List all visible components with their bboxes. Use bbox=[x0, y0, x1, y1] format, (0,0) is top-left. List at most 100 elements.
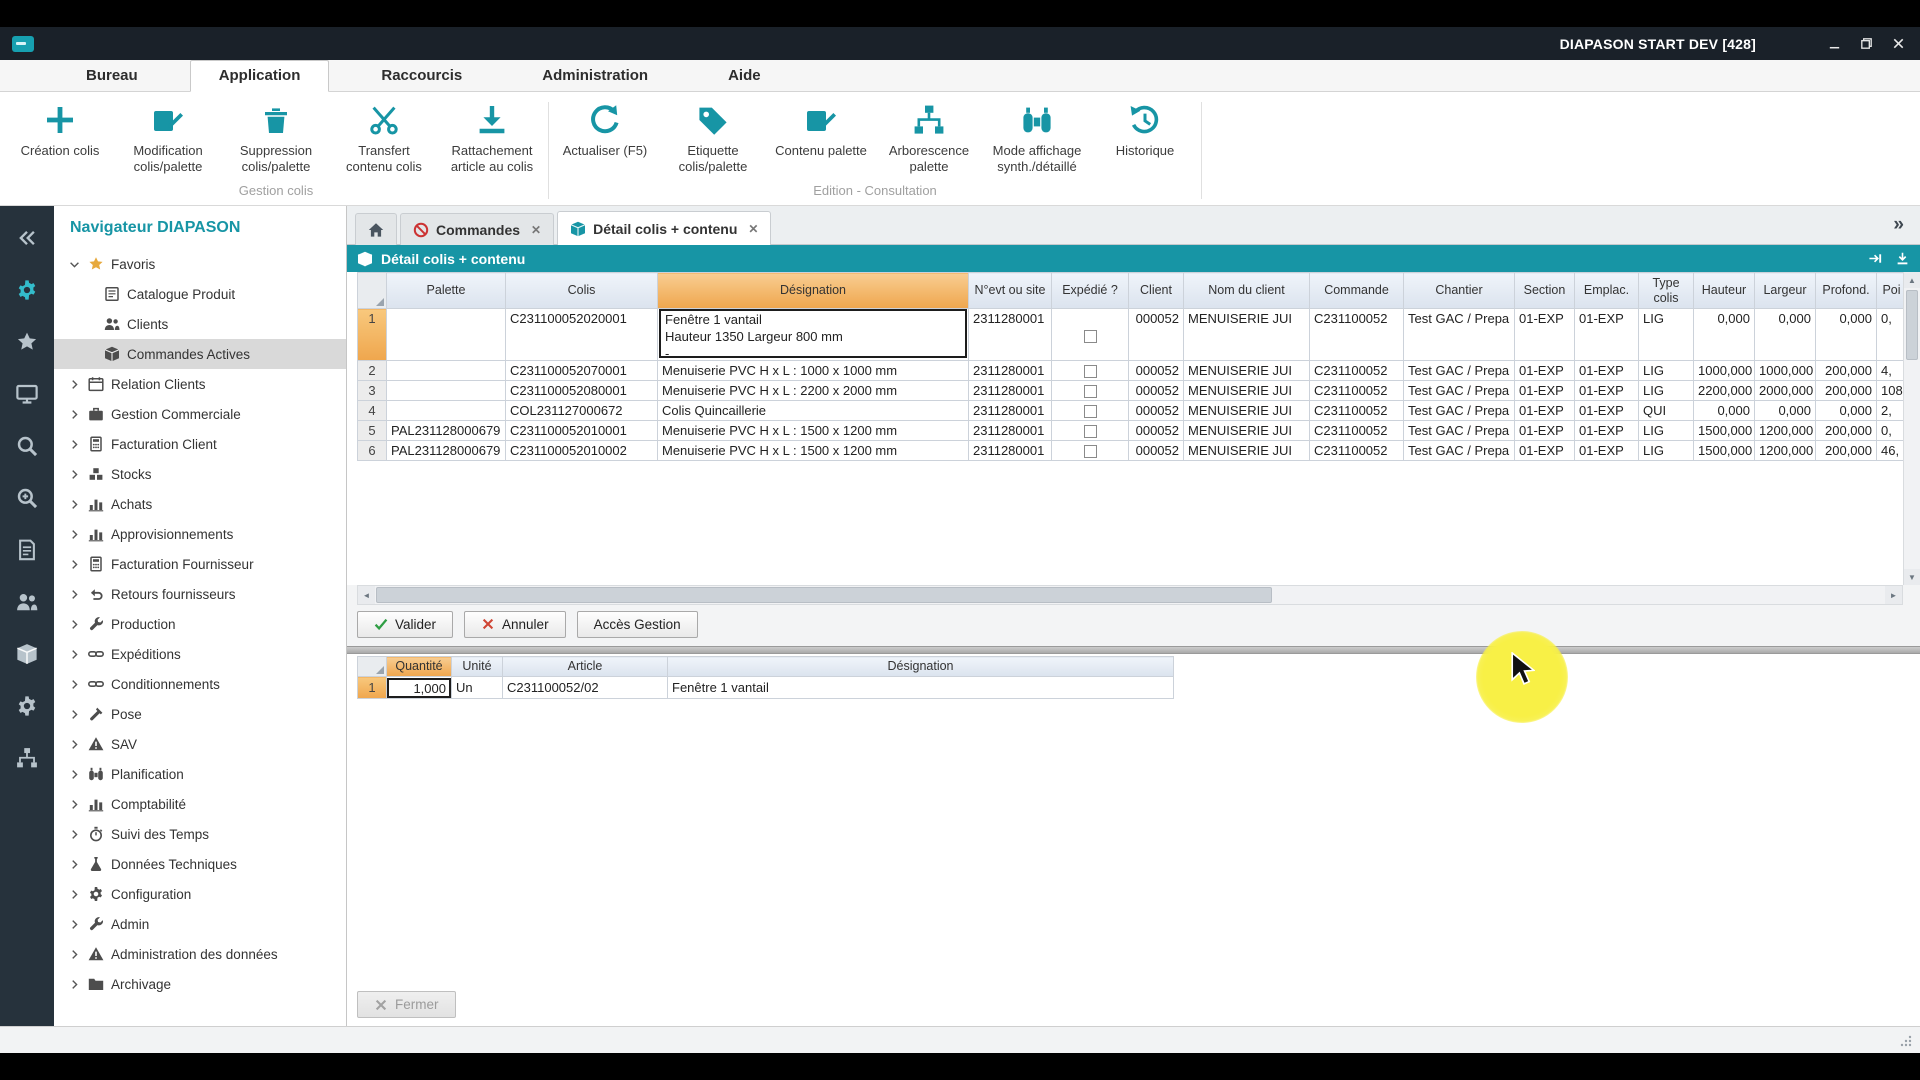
cell-emplac[interactable]: 01-EXP bbox=[1575, 421, 1639, 441]
column-header-nevt[interactable]: N°evt ou site bbox=[969, 273, 1052, 309]
cell-designation[interactable]: Menuiserie PVC H x L : 1000 x 1000 mm bbox=[658, 361, 969, 381]
expedie-checkbox[interactable] bbox=[1084, 365, 1097, 378]
cell-type[interactable]: QUI bbox=[1639, 401, 1694, 421]
go-to-end-icon[interactable] bbox=[1868, 251, 1883, 266]
cell-colis[interactable]: C231100052010002 bbox=[506, 441, 658, 461]
cell-designation[interactable]: Fenêtre 1 vantail bbox=[668, 677, 1174, 699]
cell-commande[interactable]: C231100052 bbox=[1310, 381, 1404, 401]
row-number[interactable]: 1 bbox=[358, 309, 387, 361]
column-header-unite[interactable]: Unité bbox=[452, 657, 503, 677]
ribbon-button-etiquette-colis-palette[interactable]: Etiquette colis/palette bbox=[659, 102, 767, 178]
rail-item-modules[interactable] bbox=[0, 264, 54, 316]
cell-largeur[interactable]: 0,000 bbox=[1755, 309, 1816, 361]
cell-expedie[interactable] bbox=[1052, 381, 1129, 401]
ribbon-button-actualiser-f5[interactable]: Actualiser (F5) bbox=[551, 102, 659, 161]
cell-expedie[interactable] bbox=[1052, 361, 1129, 381]
scroll-down-icon[interactable]: ▼ bbox=[1904, 569, 1920, 585]
cell-poids[interactable]: 2, bbox=[1877, 401, 1904, 421]
quantite-edit-field[interactable]: 1,000 bbox=[387, 678, 451, 698]
cell-colis[interactable]: C231100052010001 bbox=[506, 421, 658, 441]
cell-hauteur[interactable]: 1500,000 bbox=[1694, 421, 1755, 441]
rail-item-contacts[interactable] bbox=[0, 576, 54, 628]
cell-commande[interactable]: C231100052 bbox=[1310, 401, 1404, 421]
close-tab-icon[interactable]: ✕ bbox=[531, 223, 541, 237]
tab-overflow-icon[interactable]: » bbox=[1893, 214, 1904, 236]
cell-client[interactable]: 000052 bbox=[1129, 309, 1184, 361]
column-header-nom_client[interactable]: Nom du client bbox=[1184, 273, 1310, 309]
tree-item-administration-des-donnees[interactable]: Administration des données bbox=[54, 939, 346, 969]
row-number[interactable]: 4 bbox=[358, 401, 387, 421]
tree-item-retours-fournisseurs[interactable]: Retours fournisseurs bbox=[54, 579, 346, 609]
expedie-checkbox[interactable] bbox=[1084, 405, 1097, 418]
tree-item-expeditions[interactable]: Expéditions bbox=[54, 639, 346, 669]
tree-item-gestion-commerciale[interactable]: Gestion Commerciale bbox=[54, 399, 346, 429]
cell-client[interactable]: 000052 bbox=[1129, 381, 1184, 401]
cell-profond[interactable]: 200,000 bbox=[1816, 381, 1877, 401]
column-header-designation[interactable]: Désignation bbox=[668, 657, 1174, 677]
cell-expedie[interactable] bbox=[1052, 441, 1129, 461]
cell-type[interactable]: LIG bbox=[1639, 421, 1694, 441]
column-header-commande[interactable]: Commande bbox=[1310, 273, 1404, 309]
cell-emplac[interactable]: 01-EXP bbox=[1575, 361, 1639, 381]
ribbon-button-rattachement-article-au-colis[interactable]: Rattachement article au colis bbox=[438, 102, 546, 178]
tree-item-approvisionnements[interactable]: Approvisionnements bbox=[54, 519, 346, 549]
tab-home[interactable] bbox=[355, 213, 397, 245]
cell-expedie[interactable] bbox=[1052, 309, 1129, 361]
column-header-section[interactable]: Section bbox=[1515, 273, 1575, 309]
rail-item-settings[interactable] bbox=[0, 680, 54, 732]
ribbon-button-historique[interactable]: Historique bbox=[1091, 102, 1199, 161]
cell-designation[interactable]: Menuiserie PVC H x L : 2200 x 2000 mm bbox=[658, 381, 969, 401]
ribbon-button-suppression-colis-palette[interactable]: Suppression colis/palette bbox=[222, 102, 330, 178]
menu-tab-bureau[interactable]: Bureau bbox=[58, 61, 166, 91]
column-header-emplac[interactable]: Emplac. bbox=[1575, 273, 1639, 309]
tree-item-pose[interactable]: Pose bbox=[54, 699, 346, 729]
cell-poids[interactable]: 0, bbox=[1877, 309, 1904, 361]
cell-type[interactable]: LIG bbox=[1639, 441, 1694, 461]
cell-nevt[interactable]: 2311280001 bbox=[969, 361, 1052, 381]
column-header-client[interactable]: Client bbox=[1129, 273, 1184, 309]
cell-palette[interactable]: PAL231128000679 bbox=[387, 421, 506, 441]
cell-designation[interactable]: Colis Quincaillerie bbox=[658, 401, 969, 421]
cell-article[interactable]: C231100052/02 bbox=[503, 677, 668, 699]
tree-item-favoris[interactable]: Favoris bbox=[54, 249, 346, 279]
cell-section[interactable]: 01-EXP bbox=[1515, 401, 1575, 421]
rail-item-collapse[interactable] bbox=[0, 212, 54, 264]
designation-edit-field[interactable]: Fenêtre 1 vantail Hauteur 1350 Largeur 8… bbox=[659, 309, 967, 358]
cell-poids[interactable]: 108, bbox=[1877, 381, 1904, 401]
cell-nom_client[interactable]: MENUISERIE JUI bbox=[1184, 361, 1310, 381]
acces-gestion-button[interactable]: Accès Gestion bbox=[577, 611, 698, 638]
cell-palette[interactable] bbox=[387, 309, 506, 361]
cell-emplac[interactable]: 01-EXP bbox=[1575, 441, 1639, 461]
row-number[interactable]: 2 bbox=[358, 361, 387, 381]
cell-type[interactable]: LIG bbox=[1639, 309, 1694, 361]
tree-item-comptabilite[interactable]: Comptabilité bbox=[54, 789, 346, 819]
cell-hauteur[interactable]: 0,000 bbox=[1694, 309, 1755, 361]
cell-commande[interactable]: C231100052 bbox=[1310, 309, 1404, 361]
rail-item-search[interactable] bbox=[0, 420, 54, 472]
rail-item-desktop[interactable] bbox=[0, 368, 54, 420]
cell-section[interactable]: 01-EXP bbox=[1515, 381, 1575, 401]
cell-palette[interactable]: PAL231128000679 bbox=[387, 441, 506, 461]
tree-item-donnees-techniques[interactable]: Données Techniques bbox=[54, 849, 346, 879]
column-header-quantite[interactable]: Quantité bbox=[387, 657, 452, 677]
tree-item-admin[interactable]: Admin bbox=[54, 909, 346, 939]
rail-item-documents[interactable] bbox=[0, 524, 54, 576]
cell-type[interactable]: LIG bbox=[1639, 361, 1694, 381]
vertical-scrollbar[interactable]: ▲ ▼ bbox=[1903, 272, 1920, 585]
cell-profond[interactable]: 0,000 bbox=[1816, 309, 1877, 361]
cell-section[interactable]: 01-EXP bbox=[1515, 441, 1575, 461]
tree-item-commandes-actives[interactable]: Commandes Actives bbox=[54, 339, 346, 369]
close-button[interactable] bbox=[1890, 36, 1906, 52]
cell-section[interactable]: 01-EXP bbox=[1515, 309, 1575, 361]
column-header-article[interactable]: Article bbox=[503, 657, 668, 677]
ribbon-button-creation-colis[interactable]: Création colis bbox=[6, 102, 114, 161]
tree-item-stocks[interactable]: Stocks bbox=[54, 459, 346, 489]
tree-item-facturation-client[interactable]: Facturation Client bbox=[54, 429, 346, 459]
cell-emplac[interactable]: 01-EXP bbox=[1575, 309, 1639, 361]
tab-detail-colis-contenu[interactable]: Détail colis + contenu✕ bbox=[557, 211, 771, 245]
tree-item-sav[interactable]: SAV bbox=[54, 729, 346, 759]
rail-item-favorites[interactable] bbox=[0, 316, 54, 368]
cell-nom_client[interactable]: MENUISERIE JUI bbox=[1184, 421, 1310, 441]
menu-tab-application[interactable]: Application bbox=[190, 60, 330, 92]
cell-commande[interactable]: C231100052 bbox=[1310, 441, 1404, 461]
